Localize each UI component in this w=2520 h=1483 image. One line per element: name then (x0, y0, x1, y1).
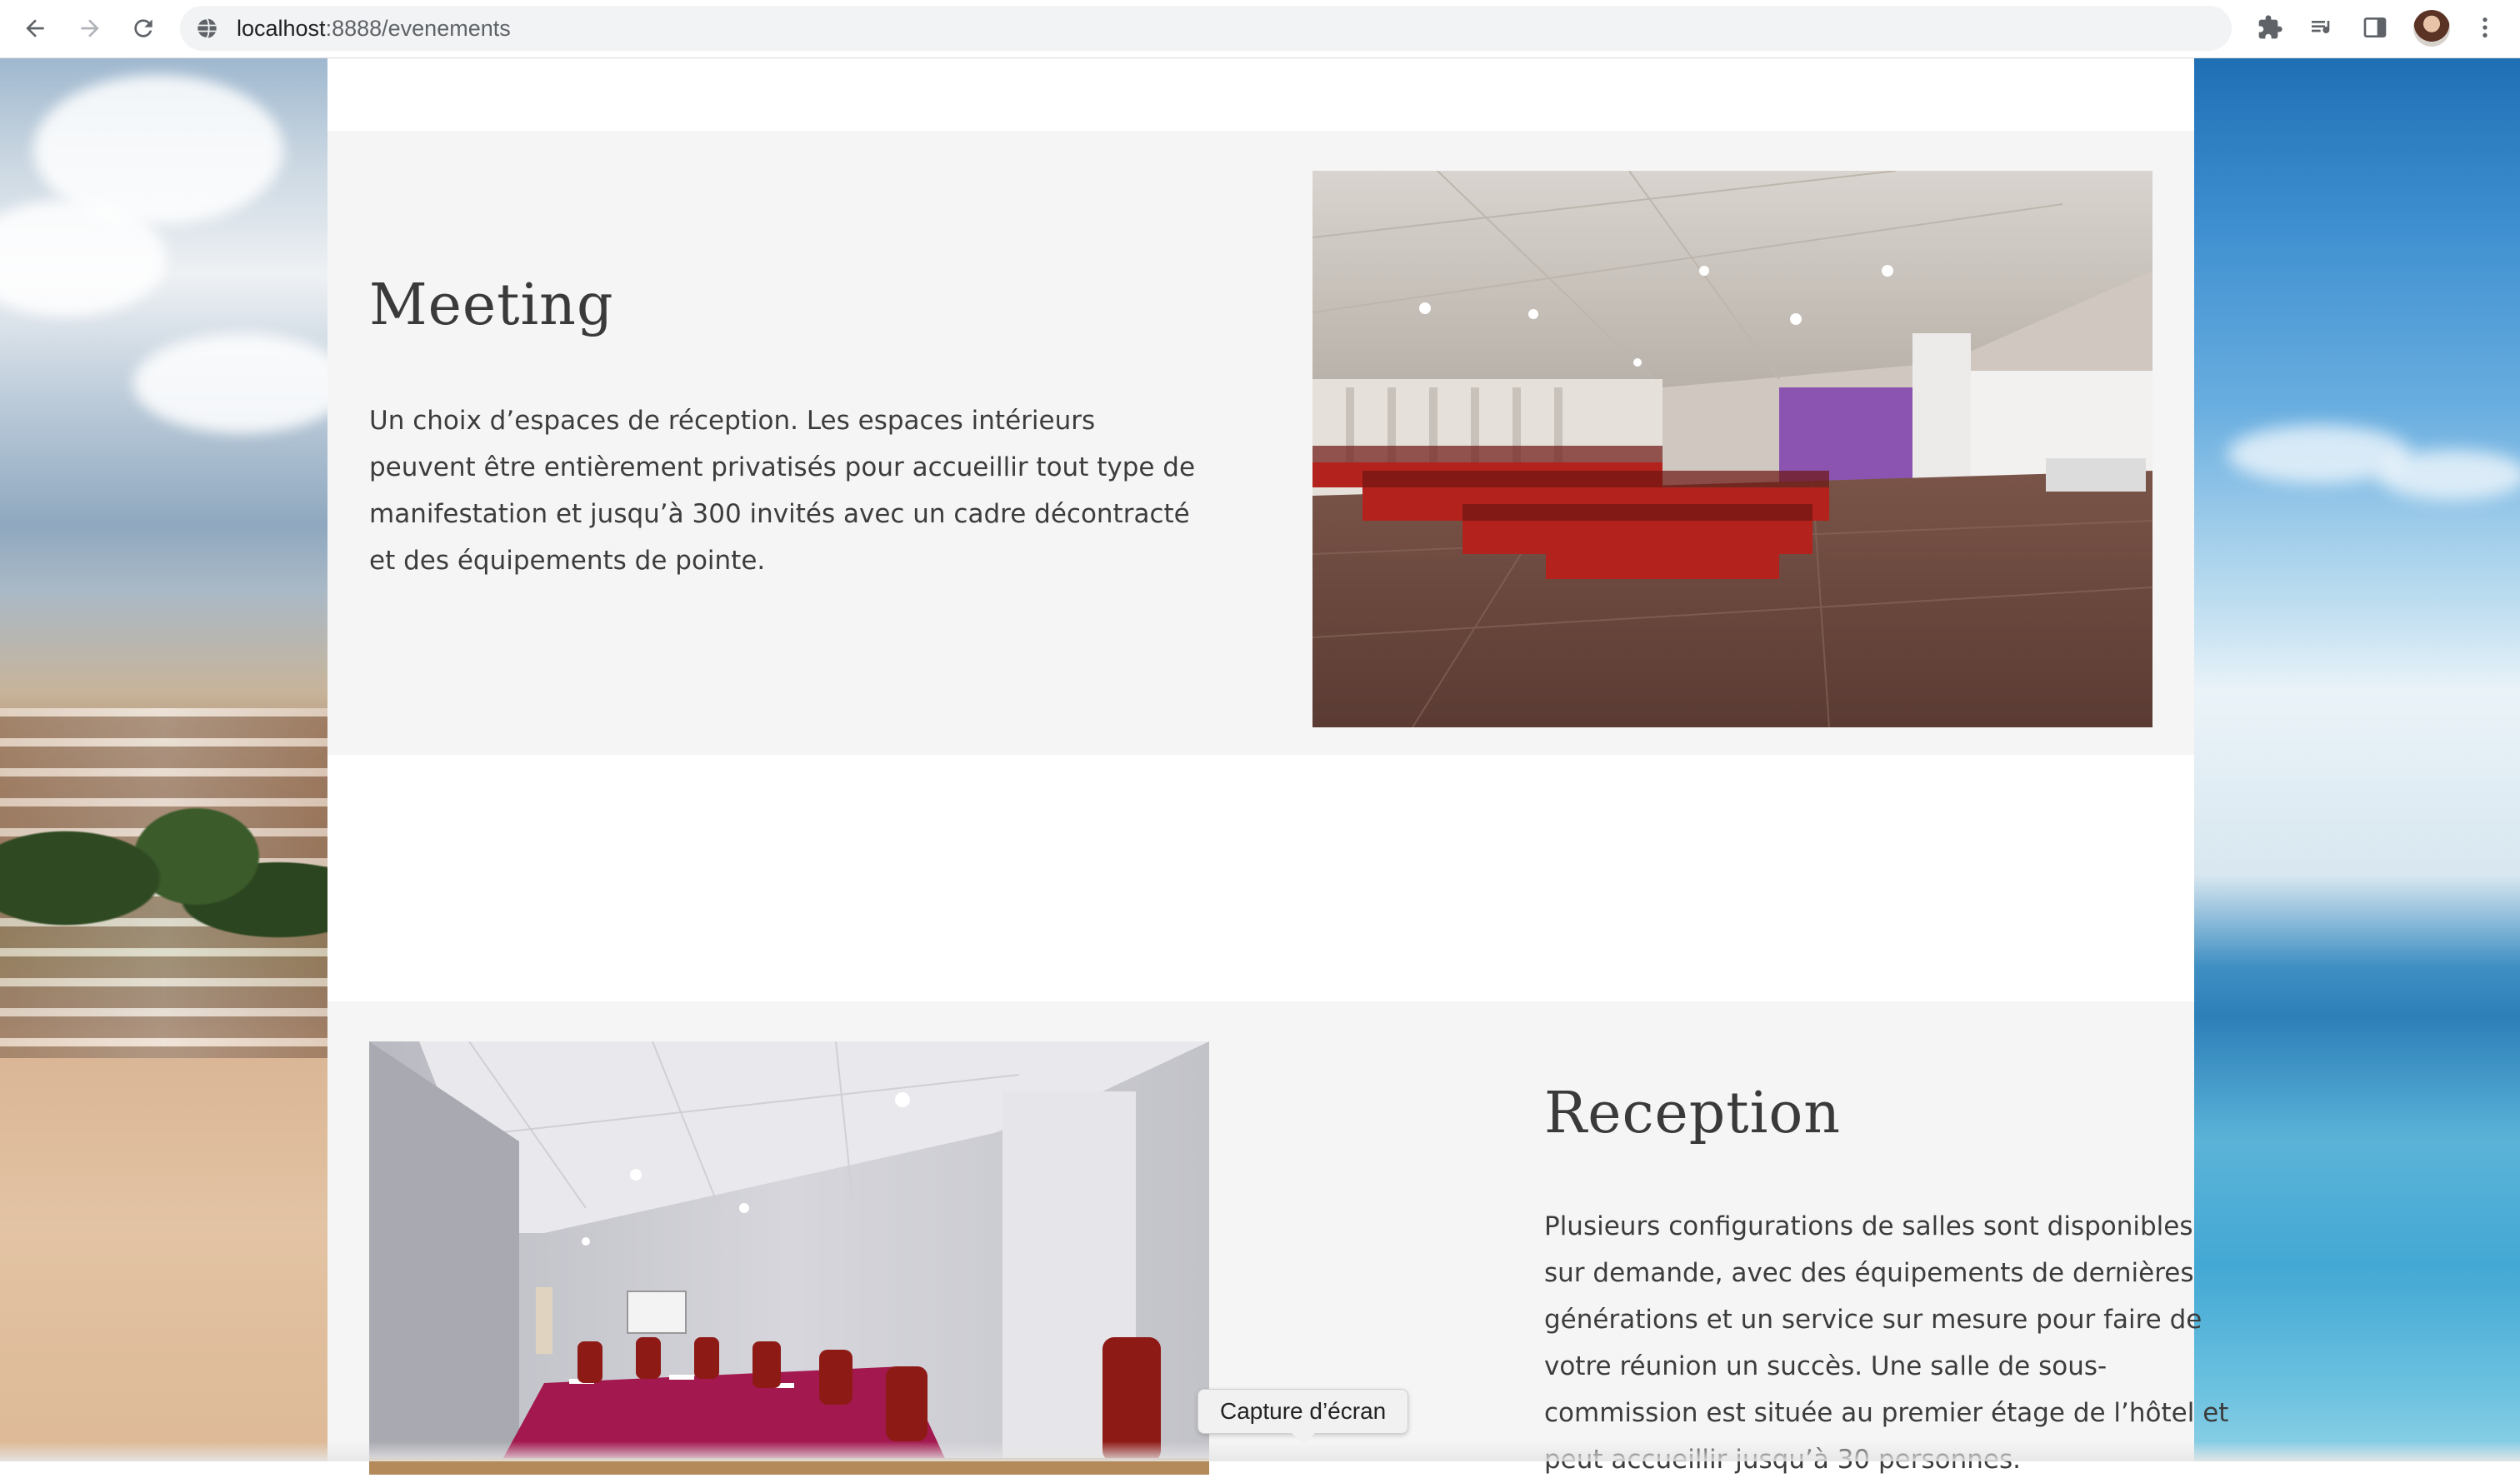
side-panel-button[interactable] (2358, 11, 2392, 44)
background-photo-sea-right (2194, 58, 2520, 1461)
reception-title: Reception (1544, 1081, 1842, 1146)
page-content: Meeting Un choix d’espaces de réception.… (328, 58, 2228, 1475)
puzzle-icon (2258, 15, 2282, 39)
kebab-menu-icon (2482, 17, 2488, 37)
url-path: :8888/evenements (325, 16, 511, 41)
url-text: localhost:8888/evenements (237, 6, 511, 51)
reception-room-photo (369, 1041, 1209, 1475)
browser-menu-button[interactable] (2468, 11, 2502, 44)
screenshot-tooltip: Capture d’écran (1198, 1389, 1409, 1445)
meeting-room-photo (1312, 171, 2152, 727)
tooltip-arrow (1292, 1433, 1315, 1445)
forward-button[interactable] (73, 12, 107, 45)
site-info-icon[interactable] (195, 17, 218, 40)
reading-list-button[interactable] (2305, 11, 2338, 44)
browser-toolbar: localhost:8888/evenements (0, 0, 2520, 58)
meeting-section: Meeting Un choix d’espaces de réception.… (328, 131, 2194, 755)
arrow-right-icon (81, 19, 99, 37)
extensions-button[interactable] (2253, 11, 2287, 44)
address-bar[interactable]: localhost:8888/evenements (180, 6, 2232, 51)
bottom-fade (0, 1441, 2520, 1461)
reading-list-icon (2312, 21, 2330, 33)
reload-icon (134, 19, 152, 37)
arrow-left-icon (26, 19, 44, 37)
background-photo-beach-left (0, 58, 350, 1461)
avatar[interactable] (2413, 10, 2450, 47)
meeting-title: Meeting (369, 272, 614, 338)
meeting-description: Un choix d’espaces de réception. Les esp… (369, 406, 1196, 576)
back-button[interactable] (18, 12, 52, 45)
tooltip-text: Capture d’écran (1220, 1398, 1387, 1424)
side-panel-icon (2363, 17, 2387, 37)
reload-button[interactable] (127, 12, 160, 45)
url-host: localhost (237, 16, 326, 41)
